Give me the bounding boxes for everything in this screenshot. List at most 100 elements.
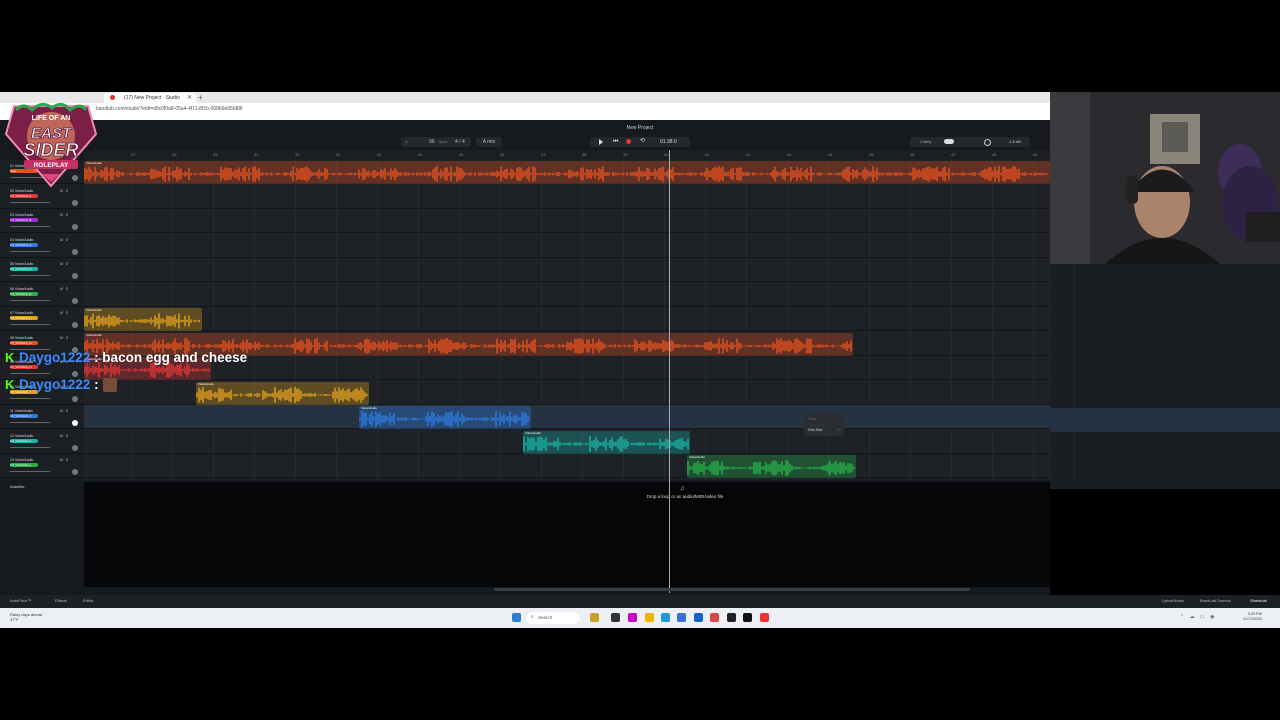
lyrics-button[interactable]: Lyrics/Notes bbox=[1162, 598, 1184, 603]
effects-button[interactable]: Effects bbox=[55, 598, 67, 603]
track-lane[interactable] bbox=[84, 307, 1050, 331]
tempo-control[interactable]: ⌂ 96 bpm 4 / 4 bbox=[401, 137, 471, 147]
clarity-toggle[interactable] bbox=[944, 139, 954, 144]
volume-slider[interactable] bbox=[10, 373, 50, 374]
track-header[interactable]: 12 Voice/Audio FX_VOCALS_K M S bbox=[0, 430, 84, 454]
menu-item-paste[interactable]: Paste bbox=[808, 417, 817, 421]
autopitch-button[interactable]: AutoPitch™ bbox=[10, 598, 31, 603]
track-header[interactable]: 04 Voice/Audio FX_VOCALS_C M S bbox=[0, 234, 84, 258]
volume-slider[interactable] bbox=[10, 471, 50, 472]
outlook-icon[interactable] bbox=[694, 613, 703, 622]
app-icon[interactable] bbox=[628, 613, 637, 622]
track-name[interactable]: 12 Voice/Audio bbox=[10, 434, 33, 438]
pan-knob[interactable] bbox=[72, 395, 78, 402]
mute-solo-buttons[interactable]: M S bbox=[60, 311, 69, 315]
url-text[interactable]: bandlab.com/studio?edit=d9c0f0a8-05a4-4f… bbox=[96, 106, 243, 112]
drop-zone[interactable] bbox=[84, 482, 1050, 587]
obs-icon[interactable] bbox=[743, 613, 752, 622]
metronome-icon[interactable]: ⌂ bbox=[405, 137, 408, 147]
track-lane[interactable] bbox=[84, 258, 1050, 282]
mute-solo-buttons[interactable]: M S bbox=[60, 189, 69, 193]
close-icon[interactable]: ✕ bbox=[187, 93, 192, 103]
pan-knob[interactable] bbox=[72, 248, 78, 255]
track-instrument[interactable]: FX_VOCALS_E bbox=[10, 291, 38, 296]
track-name[interactable]: 07 Voice/Audio bbox=[10, 311, 33, 315]
track-instrument[interactable]: FX_VOCALS_G bbox=[10, 340, 38, 345]
playhead[interactable] bbox=[669, 150, 670, 593]
pan-knob[interactable] bbox=[72, 273, 78, 279]
mute-solo-buttons[interactable]: M S bbox=[60, 434, 69, 438]
track-lane[interactable] bbox=[84, 185, 1050, 209]
loop-icon[interactable]: ⟲ bbox=[640, 138, 645, 145]
record-icon[interactable] bbox=[626, 139, 631, 144]
audio-clip[interactable]: Voice/Audio bbox=[687, 455, 856, 478]
track-instrument[interactable]: FX_VOCALS_A bbox=[10, 193, 38, 198]
automix-row[interactable]: AutoMix bbox=[0, 482, 84, 492]
project-title[interactable]: New Project bbox=[600, 125, 680, 131]
track-header[interactable]: 13 Voice/Audio FX_VOCALS_L M S bbox=[0, 454, 84, 478]
plus-icon[interactable]: + bbox=[198, 93, 203, 103]
app-icon[interactable] bbox=[760, 613, 769, 622]
volume-slider[interactable] bbox=[10, 201, 50, 203]
editor-button[interactable]: Editor bbox=[83, 598, 93, 603]
track-instrument[interactable]: FX_VOCALS_D bbox=[10, 267, 38, 271]
volume-slider[interactable] bbox=[10, 299, 50, 301]
mute-solo-buttons[interactable]: M S bbox=[60, 409, 69, 413]
tempo-value[interactable]: 96 bbox=[429, 137, 435, 147]
track-name[interactable]: 06 Voice/Audio bbox=[10, 287, 33, 291]
clock[interactable]: 3:43 PM 11/17/2024 bbox=[1243, 612, 1262, 622]
volume-slider[interactable] bbox=[10, 275, 50, 276]
track-name[interactable]: 03 Voice/Audio bbox=[10, 213, 33, 217]
track-header[interactable]: 03 Voice/Audio FX_VOCALS_B M S bbox=[0, 209, 84, 233]
app-icon[interactable] bbox=[677, 613, 686, 622]
track-instrument[interactable]: FX_VOCALS_L bbox=[10, 463, 38, 467]
browser-tab[interactable]: (17) New Project · Studio bbox=[104, 93, 196, 103]
track-header[interactable]: 06 Voice/Audio FX_VOCALS_E M S bbox=[0, 283, 84, 307]
time-signature[interactable]: 4 / 4 bbox=[455, 137, 465, 147]
volume-slider[interactable] bbox=[10, 226, 50, 227]
pan-knob[interactable] bbox=[72, 420, 78, 426]
track-name[interactable]: 04 Voice/Audio bbox=[10, 238, 33, 242]
track-name[interactable]: 02 Voice/Audio bbox=[10, 189, 33, 193]
track-instrument[interactable]: FX_VOCALS_K bbox=[10, 438, 38, 443]
track-lane[interactable] bbox=[84, 209, 1050, 233]
audio-clip[interactable]: Voice/Audio bbox=[359, 406, 531, 429]
volume-slider[interactable] bbox=[10, 324, 50, 325]
track-lane[interactable] bbox=[84, 405, 1050, 429]
volume-slider[interactable] bbox=[10, 250, 50, 252]
track-lane[interactable] bbox=[84, 234, 1050, 258]
pan-knob[interactable] bbox=[72, 297, 78, 304]
volume-slider[interactable] bbox=[10, 446, 50, 448]
track-name[interactable]: 13 Voice/Audio bbox=[10, 458, 33, 462]
mute-solo-buttons[interactable]: M S bbox=[60, 213, 69, 217]
weather-widget[interactable]: Rainy days ahead 47°F bbox=[10, 612, 42, 622]
track-header[interactable]: 02 Voice/Audio FX_VOCALS_A M S bbox=[0, 185, 84, 209]
app-icon[interactable] bbox=[590, 613, 599, 622]
track-lane[interactable] bbox=[84, 454, 1050, 478]
system-tray[interactable]: ⌃ ☁ ▭ ◉ bbox=[1180, 614, 1216, 620]
mute-solo-buttons[interactable]: M S bbox=[60, 458, 69, 462]
mute-solo-buttons[interactable]: M S bbox=[60, 336, 69, 340]
app-icon[interactable] bbox=[727, 613, 736, 622]
volume-slider[interactable] bbox=[10, 397, 50, 399]
shortcuts-button[interactable]: Shortcuts bbox=[1250, 598, 1267, 603]
mute-solo-buttons[interactable]: M S bbox=[60, 238, 69, 242]
pan-knob[interactable] bbox=[72, 444, 78, 451]
track-instrument[interactable]: FX_VOCALS_C bbox=[10, 242, 38, 247]
mute-solo-buttons[interactable]: M S bbox=[60, 287, 69, 291]
play-icon[interactable] bbox=[599, 139, 603, 145]
mute-solo-buttons[interactable]: M S bbox=[60, 262, 69, 266]
pan-knob[interactable] bbox=[72, 224, 78, 230]
track-lane[interactable] bbox=[84, 283, 1050, 307]
sounds-button[interactable]: BandLab Sounds bbox=[1200, 598, 1231, 603]
menu-item-grid-size[interactable]: Grid Size bbox=[808, 428, 822, 432]
track-header[interactable]: 07 Voice/Audio FX_VOCALS_F M S bbox=[0, 307, 84, 331]
pan-knob[interactable] bbox=[72, 199, 78, 206]
horizontal-scrollbar[interactable] bbox=[494, 588, 970, 591]
audio-clip[interactable]: Voice/Audio bbox=[84, 161, 1050, 184]
timeline-ruler[interactable] bbox=[84, 150, 1050, 160]
track-lanes[interactable]: Voice/Audio Voice/Audio Voice/Audio Voice/A… bbox=[84, 160, 1075, 480]
track-instrument[interactable]: FX_VOCALS_B bbox=[10, 218, 38, 222]
file-explorer-icon[interactable] bbox=[645, 613, 654, 622]
skip-back-icon[interactable]: ⏮ bbox=[613, 139, 618, 145]
